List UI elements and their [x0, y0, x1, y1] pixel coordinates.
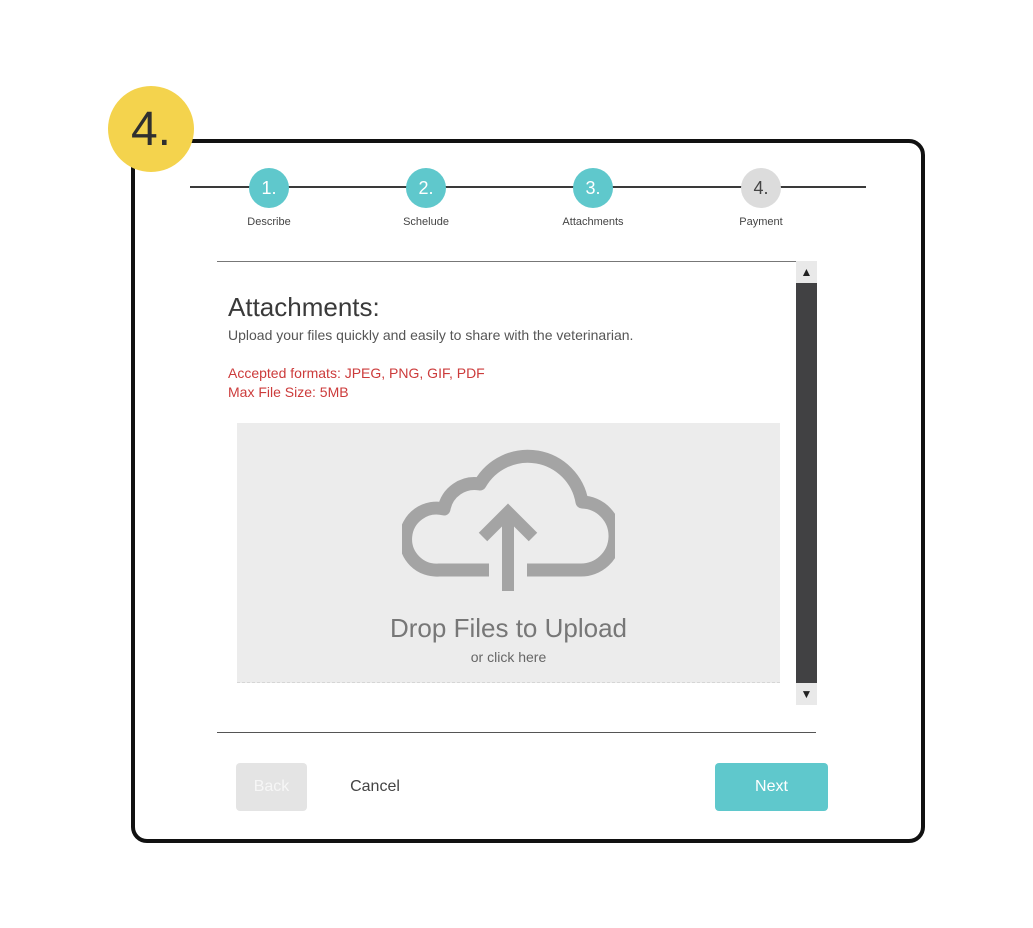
back-button[interactable]: Back: [236, 763, 307, 811]
step-4-label: Payment: [739, 216, 783, 228]
content-scrollbar[interactable]: ▲ ▼: [796, 261, 817, 705]
file-dropzone[interactable]: Drop Files to Upload or click here: [237, 423, 780, 683]
dropzone-click-hint[interactable]: or click here: [237, 649, 780, 665]
content-bottom-divider: [217, 732, 816, 733]
cancel-button[interactable]: Cancel: [335, 763, 415, 811]
step-1-label: Describe: [247, 216, 291, 228]
next-button[interactable]: Next: [715, 763, 828, 811]
content-top-divider: [217, 261, 797, 262]
dropzone-title: Drop Files to Upload: [390, 613, 627, 643]
step-4-circle[interactable]: 4.: [741, 168, 781, 208]
max-file-size-note: Max File Size: 5MB: [228, 384, 349, 400]
page-title: Attachments:: [228, 292, 380, 322]
scroll-up-arrow-icon[interactable]: ▲: [796, 261, 817, 283]
cloud-upload-icon: [402, 449, 615, 591]
step-2-label: Schelude: [403, 216, 449, 228]
scroll-down-arrow-icon[interactable]: ▼: [796, 683, 817, 705]
step-3-circle[interactable]: 3.: [573, 168, 613, 208]
scrollbar-thumb[interactable]: [796, 283, 817, 683]
page-description: Upload your files quickly and easily to …: [228, 327, 634, 343]
step-3-label: Attachments: [562, 216, 624, 228]
step-number-badge: 4.: [108, 86, 194, 172]
accepted-formats-note: Accepted formats: JPEG, PNG, GIF, PDF: [228, 365, 485, 381]
step-1-circle[interactable]: 1.: [249, 168, 289, 208]
step-2-circle[interactable]: 2.: [406, 168, 446, 208]
